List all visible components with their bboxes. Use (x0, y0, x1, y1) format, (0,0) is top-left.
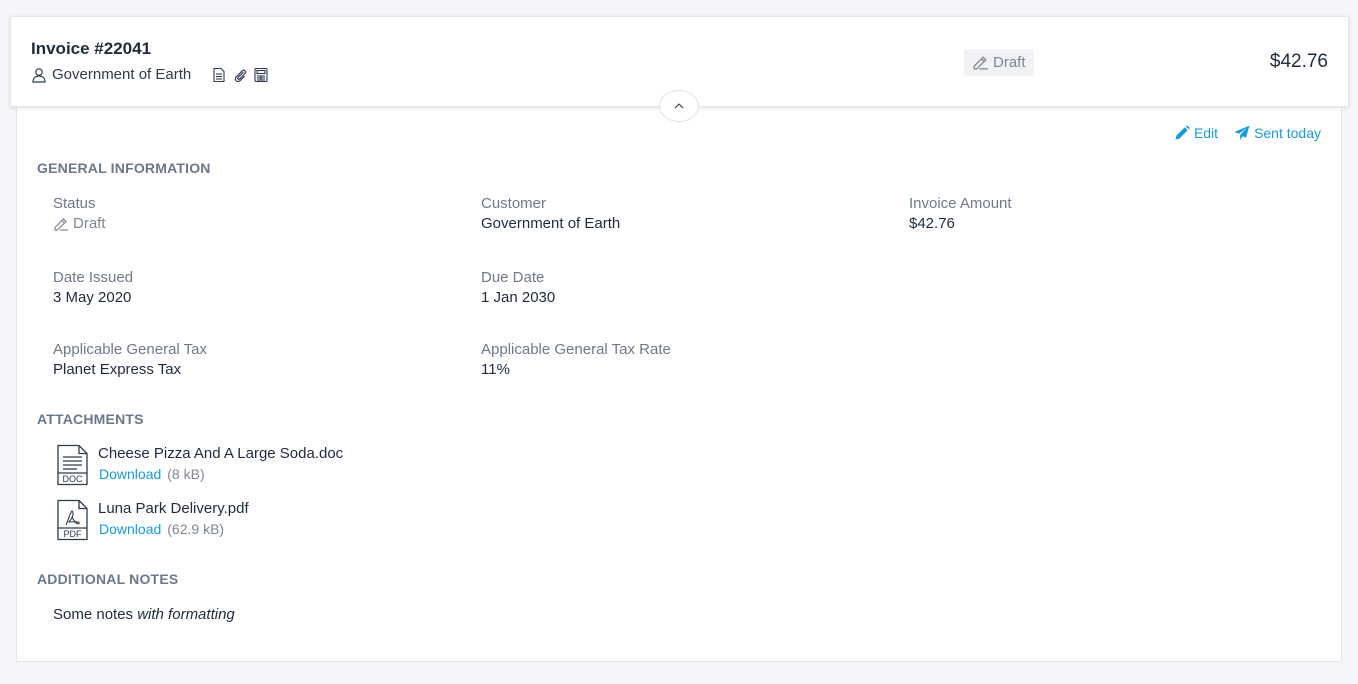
attachment-meta: Download (62.9 kB) (98, 521, 249, 537)
doc-file-icon: DOC (57, 444, 88, 486)
customer-field: Customer Government of Earth (481, 194, 620, 234)
attachment-meta: Download (8 kB) (98, 466, 343, 482)
due-date-label: Due Date (481, 269, 545, 286)
tax-icon[interactable] (253, 67, 269, 83)
notes-plain-text: Some notes (53, 606, 138, 623)
tax-rate-label: Applicable General Tax Rate (481, 341, 671, 358)
header-icon-group (211, 67, 269, 83)
invoice-amount-field: Invoice Amount $42.76 (909, 194, 1012, 234)
general-information-heading: GENERAL INFORMATION (37, 160, 211, 176)
status-label: Status (53, 195, 96, 212)
action-bar: Edit Sent today (1174, 125, 1321, 141)
customer-value: Government of Earth (481, 215, 621, 232)
pencil-draft-icon (54, 218, 68, 231)
attachment-size: (62.9 kB) (167, 521, 225, 537)
edit-button[interactable]: Edit (1174, 125, 1218, 141)
notes-italic-text: with formatting (137, 606, 235, 623)
pdf-file-icon: PDF (57, 499, 88, 541)
person-icon (32, 67, 46, 83)
invoice-amount-value: $42.76 (909, 215, 955, 232)
pencil-draft-icon (973, 56, 988, 70)
customer-label: Customer (481, 195, 547, 212)
doc-file-type: DOC (63, 474, 84, 484)
pdf-file-type: PDF (64, 529, 83, 539)
document-icon[interactable] (211, 67, 227, 83)
collapse-button[interactable] (659, 90, 699, 122)
sent-label: Sent today (1254, 125, 1321, 141)
attachment-info: Cheese Pizza And A Large Soda.doc Downlo… (98, 444, 343, 486)
attachment-item: DOC Cheese Pizza And A Large Soda.doc Do… (55, 444, 343, 486)
additional-notes-heading: ADDITIONAL NOTES (37, 571, 179, 587)
attachment-name: Cheese Pizza And A Large Soda.doc (98, 445, 344, 462)
status-field: Status Draft (53, 194, 106, 234)
notes-body: Some notes with formatting (53, 606, 235, 623)
attachment-info: Luna Park Delivery.pdf Download (62.9 kB) (98, 499, 249, 541)
tax-rate-field: Applicable General Tax Rate 11% (481, 340, 671, 380)
invoice-amount-label: Invoice Amount (909, 195, 1012, 212)
edit-label: Edit (1193, 125, 1219, 141)
pencil-icon (1175, 125, 1190, 140)
download-link[interactable]: Download (99, 466, 161, 482)
general-tax-label: Applicable General Tax (53, 341, 207, 358)
download-link[interactable]: Download (99, 521, 161, 537)
sent-button[interactable]: Sent today (1234, 125, 1321, 141)
date-issued-label: Date Issued (53, 269, 134, 286)
invoice-detail-panel (16, 106, 1342, 662)
paperclip-icon[interactable] (232, 67, 248, 83)
attachment-item: PDF Luna Park Delivery.pdf Download (62.9… (55, 499, 249, 541)
header-customer-name: Government of Earth (52, 66, 192, 83)
general-tax-field: Applicable General Tax Planet Express Ta… (53, 340, 207, 380)
header-amount: $42.76 (1269, 51, 1328, 72)
date-issued-value: 3 May 2020 (53, 289, 132, 306)
attachment-name: Luna Park Delivery.pdf (98, 500, 249, 517)
status-value-text: Draft (73, 215, 106, 232)
due-date-field: Due Date 1 Jan 2030 (481, 268, 555, 308)
chevron-up-icon (674, 103, 684, 109)
status-value: Draft (53, 214, 106, 234)
tax-rate-value: 11% (481, 361, 510, 378)
attachment-size: (8 kB) (167, 466, 205, 482)
general-tax-value: Planet Express Tax (53, 361, 182, 378)
header-customer: Government of Earth (31, 66, 269, 83)
paper-plane-icon (1234, 125, 1250, 140)
status-badge-label: Draft (993, 54, 1026, 71)
attachments-heading: ATTACHMENTS (37, 411, 144, 427)
status-badge: Draft (964, 49, 1034, 76)
date-issued-field: Date Issued 3 May 2020 (53, 268, 133, 308)
invoice-title: Invoice #22041 (31, 39, 152, 58)
due-date-value: 1 Jan 2030 (481, 289, 556, 306)
